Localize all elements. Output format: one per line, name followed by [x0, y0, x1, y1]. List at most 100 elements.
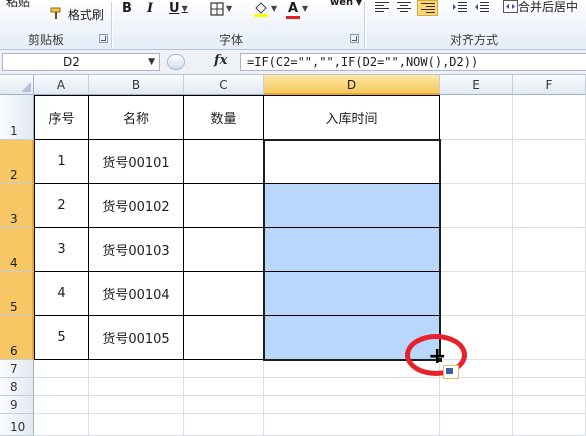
cell-b6[interactable]: 货号00105 [89, 316, 184, 360]
cell-c10[interactable] [184, 414, 264, 436]
cell-a9[interactable] [34, 396, 89, 414]
clipboard-launcher-icon[interactable] [99, 34, 108, 43]
cell-d2[interactable] [264, 140, 440, 184]
formula-input[interactable]: =IF(C2="","",IF(D2="",NOW(),D2)) [240, 53, 586, 71]
cell-b9[interactable] [89, 396, 184, 414]
italic-button[interactable]: I [147, 0, 153, 17]
format-painter-button[interactable]: 格式刷 [50, 6, 104, 23]
cell-f3[interactable] [513, 184, 586, 228]
insert-function-icon[interactable]: fx [214, 53, 227, 68]
indent-button[interactable] [452, 1, 468, 16]
row-header-10[interactable]: 10 [0, 414, 34, 436]
cell-b7[interactable] [89, 360, 184, 378]
underline-label: U [169, 1, 180, 16]
cell-d4[interactable] [264, 228, 440, 272]
column-header-b[interactable]: B [89, 75, 184, 95]
cell-f5[interactable] [513, 272, 586, 316]
row-header-5[interactable]: 5 [0, 272, 34, 316]
cell-f4[interactable] [513, 228, 586, 272]
cell-f2[interactable] [513, 140, 586, 184]
cell-c2[interactable] [184, 140, 264, 184]
outdent-button[interactable] [474, 1, 490, 16]
row-header-4[interactable]: 4 [0, 228, 34, 272]
name-box[interactable]: D2 ▼ [2, 53, 160, 71]
cell-a1[interactable]: 序号 [34, 95, 89, 140]
cell-c6[interactable] [184, 316, 264, 360]
cell-e8[interactable] [440, 378, 513, 396]
paste-button[interactable]: 粘贴 [6, 0, 30, 10]
cell-b2[interactable]: 货号00101 [89, 140, 184, 184]
cell-f7[interactable] [513, 360, 586, 378]
cell-b4[interactable]: 货号00103 [89, 228, 184, 272]
cell-f9[interactable] [513, 396, 586, 414]
cell-f8[interactable] [513, 378, 586, 396]
cell-b8[interactable] [89, 378, 184, 396]
font-launcher-icon[interactable] [350, 34, 359, 43]
cell-a2[interactable]: 1 [34, 140, 89, 184]
row-header-6[interactable]: 6 [0, 316, 34, 360]
cell-d1[interactable]: 入库时间 [264, 95, 440, 140]
row-header-1[interactable]: 1 [0, 95, 34, 140]
cell-c1[interactable]: 数量 [184, 95, 264, 140]
underline-button[interactable]: U ▼ [169, 0, 188, 17]
cell-a8[interactable] [34, 378, 89, 396]
cell-b10[interactable] [89, 414, 184, 436]
align-left-button[interactable] [374, 1, 390, 16]
cell-b1[interactable]: 名称 [89, 95, 184, 140]
formula-bar-resize-handle[interactable] [167, 54, 185, 70]
cell-a4[interactable]: 3 [34, 228, 89, 272]
cell-e4[interactable] [440, 228, 513, 272]
cell-a6[interactable]: 5 [34, 316, 89, 360]
cell-d5[interactable] [264, 272, 440, 316]
cell-c8[interactable] [184, 378, 264, 396]
row-header-3[interactable]: 3 [0, 184, 34, 228]
select-all-button[interactable] [0, 75, 34, 95]
cell-c7[interactable] [184, 360, 264, 378]
cell-f10[interactable] [513, 414, 586, 436]
cell-d9[interactable] [264, 396, 440, 414]
cell-f1[interactable] [513, 95, 586, 140]
cell-a7[interactable] [34, 360, 89, 378]
font-color-button[interactable]: A ▼ [286, 0, 308, 19]
column-header-d[interactable]: D [264, 75, 440, 95]
border-button[interactable]: ▼ [210, 0, 232, 17]
bold-button[interactable]: B [122, 0, 132, 17]
chevron-down-icon: ▼ [181, 4, 188, 13]
cell-b5[interactable]: 货号00104 [89, 272, 184, 316]
cell-e1[interactable] [440, 95, 513, 140]
row-header-9[interactable]: 9 [0, 396, 34, 414]
cell-e5[interactable] [440, 272, 513, 316]
cell-a3[interactable]: 2 [34, 184, 89, 228]
column-header-e[interactable]: E [440, 75, 513, 95]
row-header-2[interactable]: 2 [0, 140, 34, 184]
column-header-f[interactable]: F [513, 75, 586, 95]
merge-center-button[interactable]: 合并后居中 [503, 0, 578, 15]
cell-c9[interactable] [184, 396, 264, 414]
column-header-a[interactable]: A [34, 75, 89, 95]
cell-a10[interactable] [34, 414, 89, 436]
fill-color-button[interactable]: ▼ [253, 0, 277, 17]
column-header-c[interactable]: C [184, 75, 264, 95]
align-right-button[interactable] [417, 0, 438, 16]
row-header-8[interactable]: 8 [0, 378, 34, 396]
row-header-7[interactable]: 7 [0, 360, 34, 378]
cell-d3[interactable] [264, 184, 440, 228]
paint-bucket-icon [254, 1, 268, 17]
align-center-button[interactable] [396, 1, 412, 16]
cell-c5[interactable] [184, 272, 264, 316]
cell-b3[interactable]: 货号00102 [89, 184, 184, 228]
align-left-icon [375, 2, 389, 12]
cell-d10[interactable] [264, 414, 440, 436]
cell-c4[interactable] [184, 228, 264, 272]
cell-e9[interactable] [440, 396, 513, 414]
cell-a5[interactable]: 4 [34, 272, 89, 316]
cell-e10[interactable] [440, 414, 513, 436]
indent-icon [453, 2, 467, 12]
cell-c3[interactable] [184, 184, 264, 228]
cell-f6[interactable] [513, 316, 586, 360]
cell-e3[interactable] [440, 184, 513, 228]
autofill-options-icon[interactable] [443, 365, 459, 379]
cell-d8[interactable] [264, 378, 440, 396]
phonetic-button[interactable]: wén ▼ [330, 0, 362, 8]
cell-e2[interactable] [440, 140, 513, 184]
